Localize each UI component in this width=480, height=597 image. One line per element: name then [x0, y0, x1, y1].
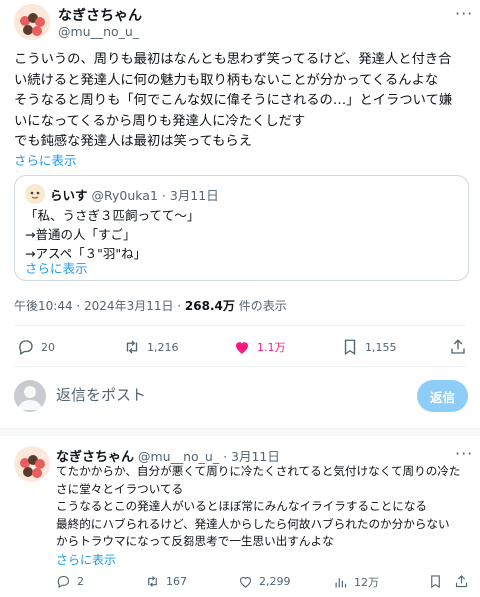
- reply-icon: [57, 575, 70, 589]
- reply-input[interactable]: 返信をポスト: [56, 384, 146, 405]
- author-handle[interactable]: @mu__no_u_: [58, 24, 139, 39]
- tweet-text: こういうの、周りも最初はなんとも思わず笑ってるけど、発達人と付き合 い続けると発…: [14, 50, 474, 153]
- reply-date[interactable]: · 3月11日: [223, 449, 280, 464]
- reply-icon: [19, 340, 33, 355]
- author-name[interactable]: なぎさちゃん: [58, 5, 142, 25]
- bookmark-icon: [431, 575, 440, 589]
- tweet-line: こういうの、周りも最初はなんとも思わず笑ってるけど、発達人と付き合: [14, 52, 452, 67]
- retweet-count: 1,216: [147, 340, 179, 354]
- views-icon: [335, 577, 347, 587]
- reply-text: てたかからか、自分が悪くて周りに冷たくされてると気付けなくて周りの冷た さに堂々…: [56, 463, 474, 551]
- timestamp-text[interactable]: 午後10:44 · 2024年3月11日 ·: [14, 299, 185, 313]
- like-action[interactable]: 1.1万: [233, 338, 286, 356]
- reply-line: さに堂々とイラついてる: [56, 481, 184, 496]
- reply-reply-count: 2: [77, 575, 84, 588]
- reply-line: てたかからか、自分が悪くて周りに冷たくされてると気付けなくて周りの冷た: [56, 464, 461, 478]
- tweet-line: い続けると発達人に何の魅力も取り柄もないことが分かってくるんよな: [14, 72, 439, 88]
- reply-more-icon[interactable]: ···: [455, 444, 473, 463]
- reply-line: からトラウマになって反芻思考で一生思い出すんよな: [56, 534, 334, 549]
- quote-text: 「私、うさぎ３匹飼ってて〜」 →普通の人「すご」 →アスペ「３"羽"ね」: [25, 206, 199, 263]
- reply-line: こうなるとこの発達人がいるとほぼ常にみんなイライラすることになる: [56, 499, 428, 514]
- divider: [14, 325, 466, 326]
- views-label: 件の表示: [234, 299, 287, 313]
- reply-retweet-action[interactable]: 167: [145, 574, 187, 589]
- reply-views-action[interactable]: 12万: [333, 574, 379, 590]
- reply-retweet-count: 167: [166, 575, 187, 588]
- reply-show-more-link[interactable]: さらに表示: [56, 551, 116, 568]
- reply-like-count: 2,299: [259, 575, 291, 588]
- tweet-line: そうなると周りも「何でこんな奴に偉そうにされるの…」とイラついて嫌: [14, 93, 453, 108]
- reply-views-count: 12万: [354, 576, 379, 589]
- quote-meta: らいす @Ry0uka1 · 3月11日: [50, 185, 219, 204]
- show-more-link[interactable]: さらに表示: [14, 150, 77, 169]
- views-count: 268.4万: [184, 299, 235, 313]
- tweet-line: でも鈍感な発達人は最初は笑ってもらえ: [14, 134, 253, 149]
- reply-like-action[interactable]: 2,299: [238, 574, 291, 589]
- retweet-icon: [126, 340, 138, 354]
- avatar[interactable]: [14, 4, 50, 40]
- reply-line: 最終的にハブられるけど、発達人からしたら何故ハブられたのか分からない: [56, 516, 450, 531]
- tweet-timestamp: 午後10:44 · 2024年3月11日 · 268.4万 件の表示: [14, 297, 287, 314]
- more-icon[interactable]: ···: [455, 4, 473, 23]
- quote-date: · 3月11日: [161, 188, 219, 203]
- section-divider: [0, 428, 480, 436]
- reply-share-action[interactable]: [454, 574, 469, 589]
- reply-button[interactable]: 返信: [417, 380, 468, 412]
- reply-reply-action[interactable]: 2: [56, 574, 84, 589]
- share-icon: [455, 575, 468, 588]
- retweet-action[interactable]: 1,216: [123, 338, 179, 356]
- reply-count: 20: [41, 340, 55, 354]
- quote-line: 「私、うさぎ３匹飼ってて〜」: [25, 208, 200, 223]
- share-icon: [451, 339, 465, 354]
- share-action[interactable]: [449, 338, 467, 356]
- reply-avatar[interactable]: [14, 446, 50, 482]
- heart-icon: [239, 576, 252, 588]
- bookmark-count: 1,155: [365, 340, 397, 354]
- bookmark-action[interactable]: 1,155: [341, 338, 397, 356]
- user-avatar: [14, 380, 46, 412]
- reply-action[interactable]: 20: [17, 338, 55, 356]
- bookmark-icon: [344, 339, 356, 356]
- quote-line: →普通の人「すご」: [25, 227, 136, 242]
- reply-author-handle[interactable]: @mu__no_u_: [138, 449, 219, 464]
- tweet-line: いになってくるから周りも発達人に冷たくしだす: [14, 113, 306, 129]
- like-count: 1.1万: [257, 341, 286, 354]
- quote-show-more-link[interactable]: さらに表示: [25, 258, 88, 277]
- quote-author-name[interactable]: らいす: [50, 188, 88, 203]
- heart-icon: [236, 342, 248, 354]
- quote-author-handle: @Ry0uka1: [91, 188, 158, 203]
- quote-avatar: [25, 184, 45, 204]
- retweet-icon: [148, 576, 157, 587]
- reply-bookmark-action[interactable]: [428, 574, 443, 589]
- divider: [14, 366, 466, 367]
